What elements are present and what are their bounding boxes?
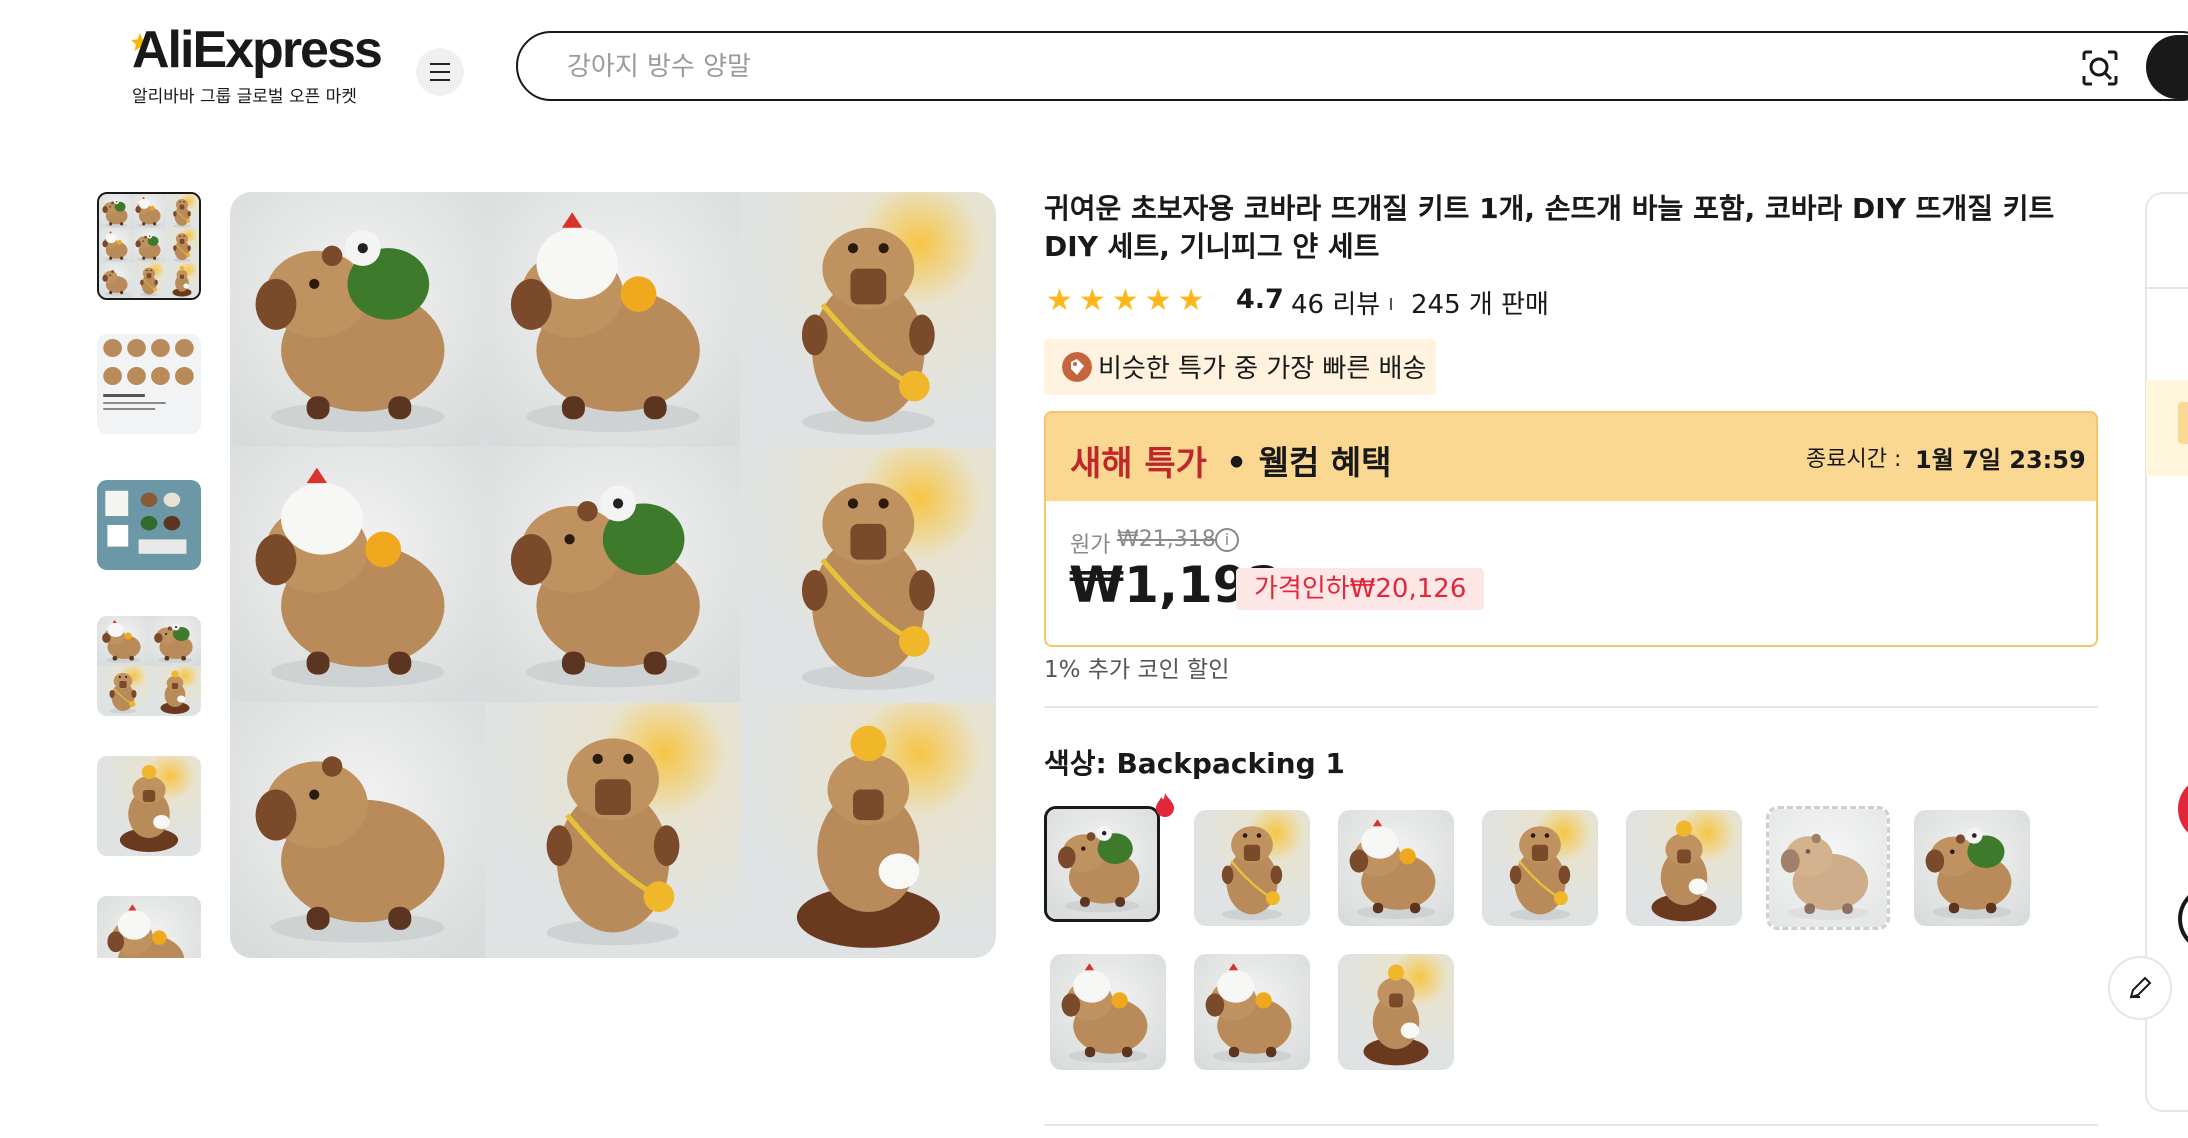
gallery-thumbnail-1[interactable] bbox=[97, 192, 201, 300]
capybara-variant-image bbox=[1914, 810, 2030, 926]
deal-ends-value: 1월 7일 23:59 bbox=[1915, 446, 2086, 474]
capybara-image bbox=[97, 896, 201, 958]
gallery-thumbnail-3[interactable] bbox=[97, 480, 201, 570]
capybara-variant-image bbox=[1769, 809, 1887, 927]
color-option-4[interactable] bbox=[1482, 810, 1598, 926]
star-icon: ★ bbox=[1177, 283, 1205, 318]
rating-value: 4.7 bbox=[1236, 284, 1284, 315]
color-option-10[interactable] bbox=[1338, 954, 1454, 1070]
sold-count: 245 개 판매 bbox=[1411, 290, 1549, 320]
star-icon: ★ bbox=[1046, 283, 1073, 318]
star-rating: ★ ★ ★ ★ ★ bbox=[1046, 286, 1205, 316]
divider bbox=[1044, 706, 2098, 708]
price-drop-badge: 가격인하₩20,126 bbox=[1236, 568, 1485, 610]
menu-button[interactable] bbox=[416, 48, 464, 96]
color-option-label: 색상: Backpacking 1 bbox=[1044, 747, 1345, 780]
search-input[interactable] bbox=[565, 48, 1969, 86]
divider bbox=[2145, 287, 2188, 289]
color-option-3[interactable] bbox=[1338, 810, 1454, 926]
capybara-variant-image bbox=[1050, 954, 1166, 1070]
product-title: 귀여운 초보자용 코바라 뜨개질 키트 1개, 손뜨개 바늘 포함, 코바라 D… bbox=[1044, 192, 2055, 263]
color-option-8[interactable] bbox=[1050, 954, 1166, 1070]
image-search-icon[interactable] bbox=[2080, 48, 2120, 88]
star-icon: ★ bbox=[1111, 283, 1139, 318]
gallery-thumbnail-4[interactable] bbox=[97, 616, 201, 716]
feedback-button[interactable] bbox=[2108, 956, 2172, 1020]
color-option-2[interactable] bbox=[1194, 810, 1310, 926]
deal-title: 새해 특가 bbox=[1070, 444, 1207, 484]
logo-subtitle: 알리바바 그룹 글로벌 오픈 마켓 bbox=[132, 87, 357, 107]
tag-icon bbox=[1062, 352, 1092, 382]
separator bbox=[1390, 298, 1392, 310]
gallery-thumbnail-2[interactable] bbox=[97, 334, 201, 434]
capybara-variant-image bbox=[1338, 954, 1454, 1070]
deal-ends-label: 종료시간 : bbox=[1806, 447, 1902, 472]
capybara-image bbox=[97, 756, 201, 856]
capybara-variant-image bbox=[1194, 810, 1310, 926]
product-thumbnail-image bbox=[99, 194, 199, 298]
kit-contents-image bbox=[97, 334, 201, 434]
divider bbox=[1044, 1124, 2098, 1126]
capybara-variant-image bbox=[1482, 810, 1598, 926]
info-icon[interactable]: i bbox=[1215, 528, 1239, 552]
side-panel-badge bbox=[2178, 402, 2188, 444]
product-collage-image bbox=[97, 616, 201, 716]
color-option-6[interactable] bbox=[1766, 806, 1890, 930]
star-icon: ★ bbox=[1144, 283, 1172, 318]
gallery-thumbnail-6[interactable] bbox=[97, 896, 201, 958]
reviews-link[interactable]: 46 리뷰 bbox=[1291, 284, 1380, 321]
aliexpress-logo[interactable]: AliExpress bbox=[132, 20, 383, 80]
original-price: ₩21,318 bbox=[1117, 527, 1216, 552]
pencil-icon bbox=[2129, 976, 2152, 999]
capybara-collage bbox=[230, 192, 996, 958]
gallery-thumbnail-5[interactable] bbox=[97, 756, 201, 856]
color-option-1[interactable] bbox=[1044, 806, 1160, 922]
fast-shipping-text: 비슷한 특가 중 가장 빠른 배송 bbox=[1098, 354, 1427, 384]
hamburger-icon bbox=[430, 60, 450, 84]
color-option-9[interactable] bbox=[1194, 954, 1310, 1070]
coin-discount: 1% 추가 코인 할인 bbox=[1044, 657, 1230, 683]
original-price-label: 원가 bbox=[1070, 533, 1111, 558]
deal-subtitle: • 웰컴 혜택 bbox=[1226, 443, 1392, 482]
capybara-variant-image bbox=[1194, 954, 1310, 1070]
kit-flatlay-image bbox=[97, 480, 201, 570]
color-option-7[interactable] bbox=[1914, 810, 2030, 926]
capybara-variant-image bbox=[1338, 810, 1454, 926]
main-product-image[interactable] bbox=[230, 192, 996, 958]
capybara-variant-image bbox=[1626, 810, 1742, 926]
capybara-variant-image bbox=[1047, 809, 1157, 919]
color-option-5[interactable] bbox=[1626, 810, 1742, 926]
star-icon: ★ bbox=[1078, 283, 1106, 318]
hot-flame-icon bbox=[1156, 793, 1174, 817]
